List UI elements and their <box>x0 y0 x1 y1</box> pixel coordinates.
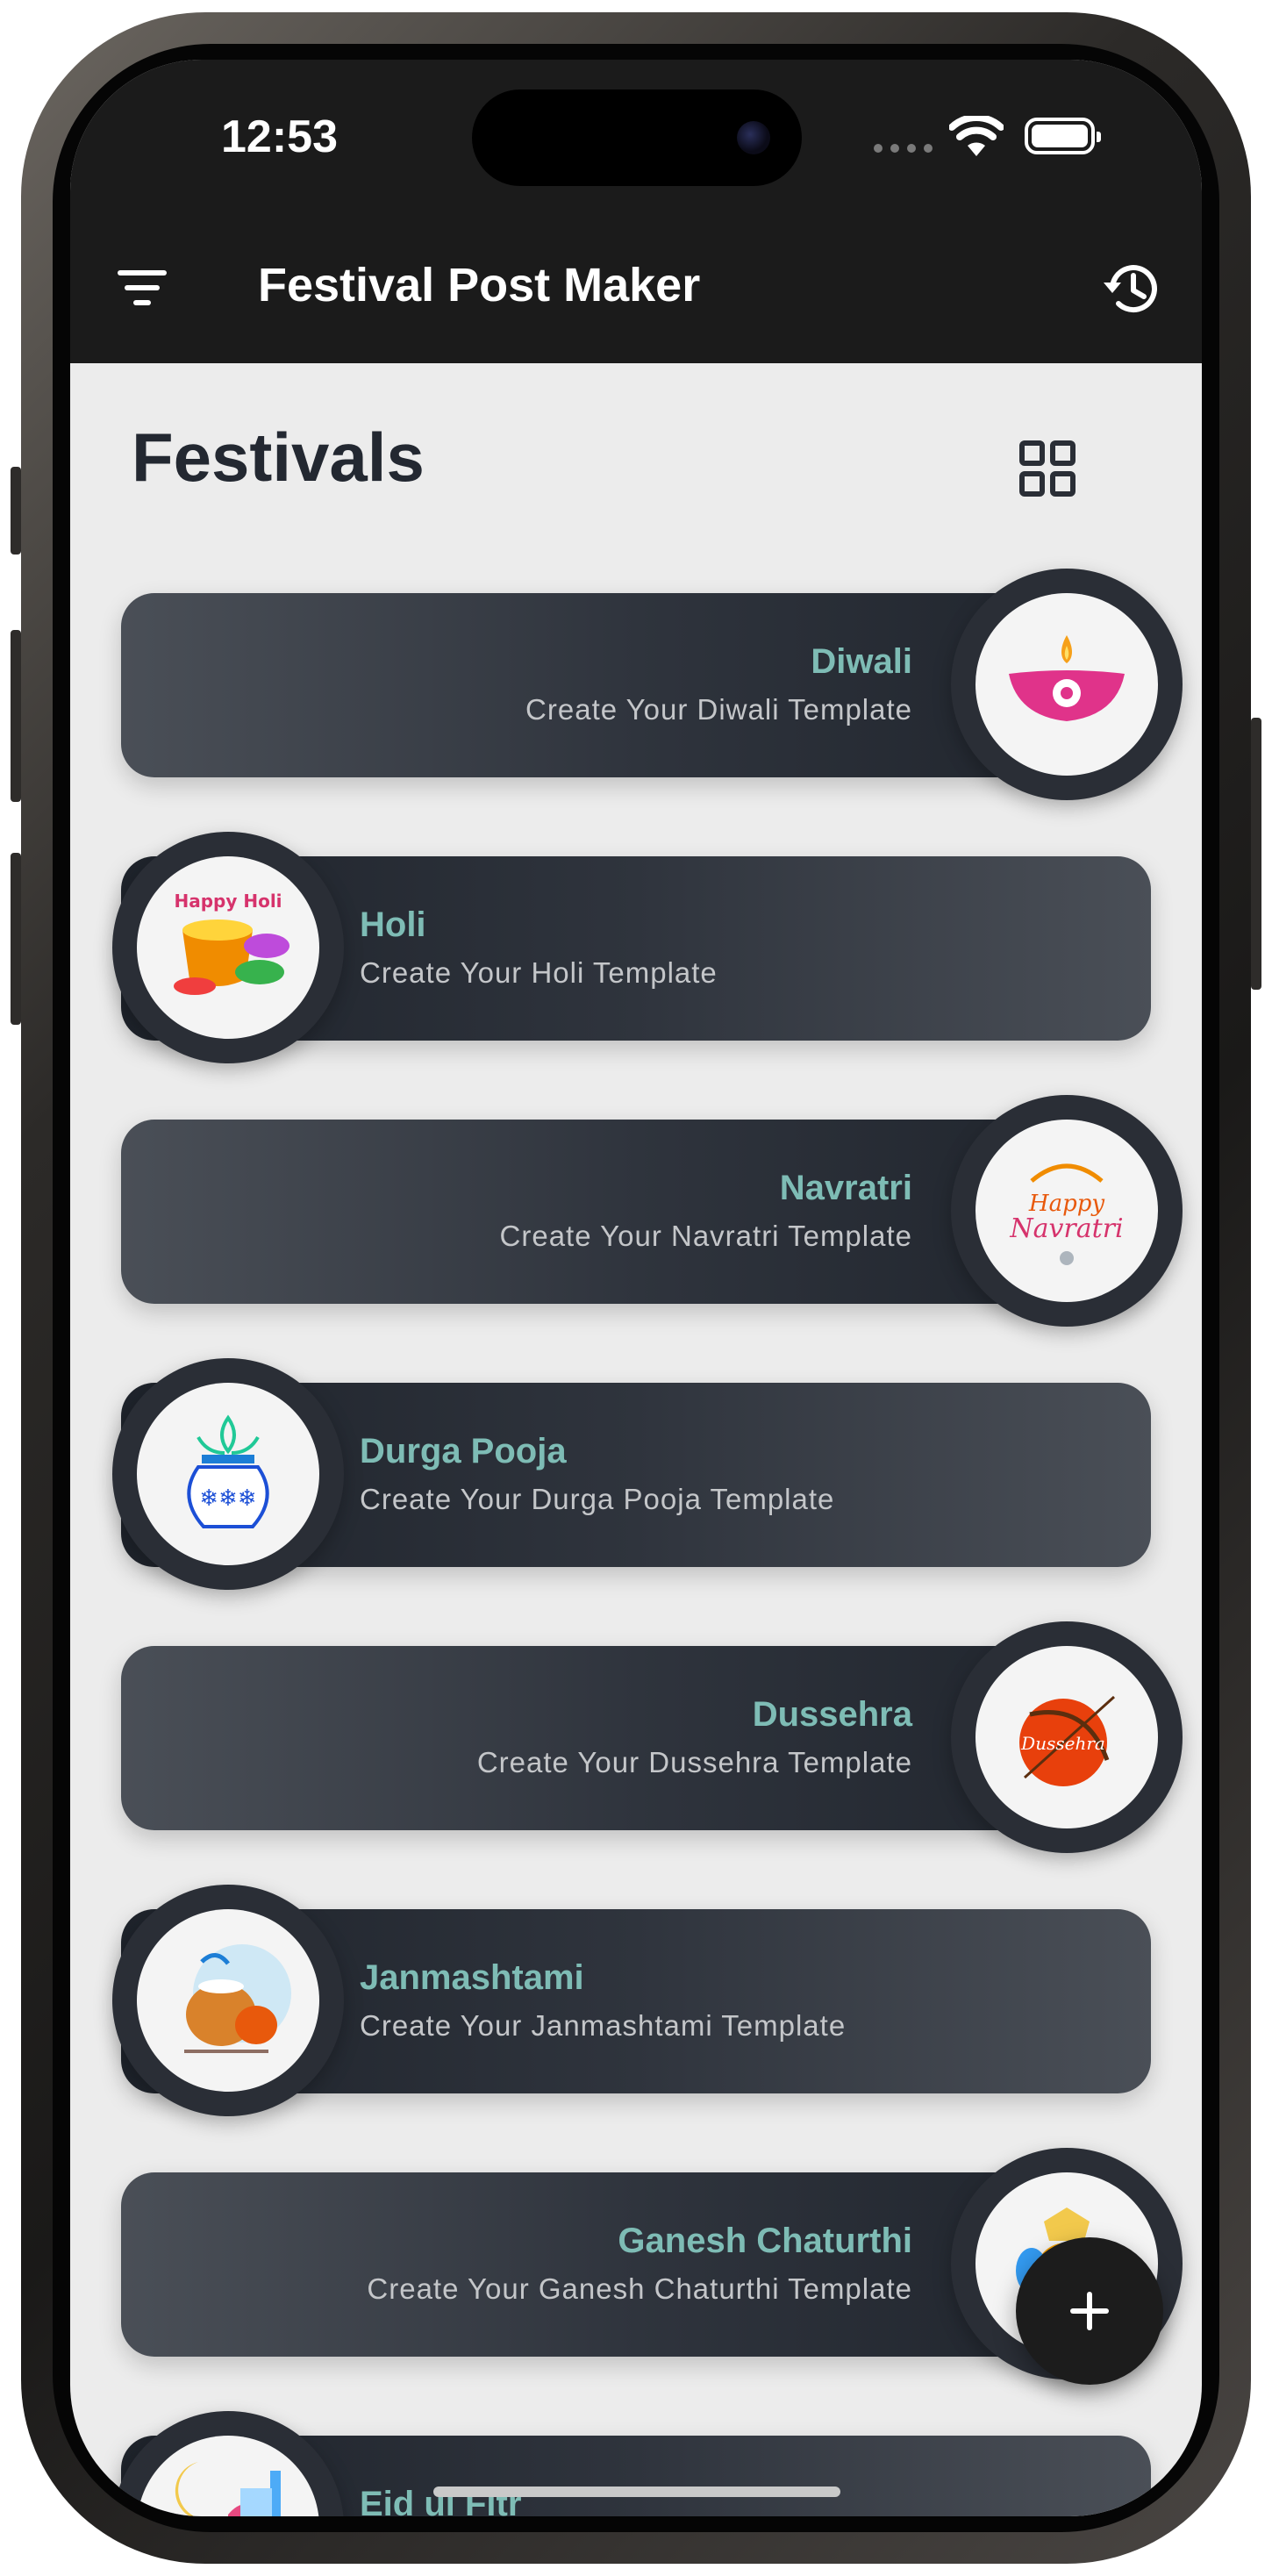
festival-badge-janmashtami[interactable] <box>112 1885 344 2116</box>
wifi-icon <box>949 116 1004 156</box>
power-button <box>1251 718 1261 990</box>
filter-icon[interactable] <box>118 270 167 305</box>
screen: 12:53 Festival Post Maker Festivals Diwa… <box>70 60 1202 2516</box>
grid-view-icon[interactable] <box>1019 440 1075 497</box>
festival-title: Navratri <box>779 1169 912 1207</box>
festival-badge-diwali[interactable] <box>951 569 1183 800</box>
home-indicator[interactable] <box>433 2487 840 2497</box>
svg-text:Navratri: Navratri <box>1009 1213 1123 1244</box>
moon-mosque-icon <box>175 2462 281 2516</box>
festival-subtitle: Create Your Diwali Template <box>525 693 912 726</box>
festival-title: Janmashtami <box>360 1958 584 1997</box>
bow-arrow-icon: Dussehra <box>1019 1695 1116 1786</box>
festival-title: Holi <box>360 905 426 944</box>
festival-title: Diwali <box>811 642 912 681</box>
history-icon[interactable] <box>1100 258 1161 319</box>
festival-badge-eid-ul-fitr[interactable] <box>112 2411 344 2516</box>
matki-icon <box>184 1944 291 2053</box>
festival-subtitle: Create Your Navratri Template <box>499 1220 912 1252</box>
silent-switch <box>11 467 21 555</box>
festival-title: Dussehra <box>752 1695 912 1734</box>
festival-subtitle: Create Your Durga Pooja Template <box>360 1483 835 1515</box>
dynamic-island <box>472 89 802 186</box>
svg-text:❄❄❄: ❄❄❄ <box>199 1485 256 1512</box>
festival-subtitle: Create Your Janmashtami Template <box>360 2009 847 2042</box>
plus-icon <box>1070 2292 1109 2330</box>
volume-down-button <box>11 853 21 1025</box>
volume-up-button <box>11 630 21 802</box>
festival-badge-navratri[interactable]: Happy Navratri <box>951 1095 1183 1327</box>
app-bar: 12:53 Festival Post Maker <box>70 60 1202 363</box>
battery-icon <box>1025 118 1101 154</box>
add-button[interactable] <box>1016 2237 1163 2385</box>
festival-title: Ganesh Chaturthi <box>618 2222 912 2260</box>
festival-subtitle: Create Your Dussehra Template <box>476 1746 912 1778</box>
svg-text:Happy Holi: Happy Holi <box>174 891 282 912</box>
festival-badge-durga-pooja[interactable]: ❄❄❄ <box>112 1358 344 1590</box>
signal-dots-icon <box>874 144 933 153</box>
navratri-icon: Happy Navratri <box>1009 1163 1124 1265</box>
app-title: Festival Post Maker <box>258 259 701 311</box>
festival-badge-holi[interactable]: Happy Holi <box>112 832 344 1063</box>
diwali-diya-icon <box>1009 635 1125 721</box>
status-time: 12:53 <box>221 111 338 162</box>
holi-colors-icon: Happy Holi <box>174 891 289 995</box>
svg-text:Dussehra: Dussehra <box>1020 1733 1105 1754</box>
festival-title: Durga Pooja <box>360 1432 567 1470</box>
festival-subtitle: Create Your Holi Template <box>360 956 718 989</box>
festival-subtitle: Create Your Ganesh Chaturthi Template <box>367 2272 912 2305</box>
festival-badge-dussehra[interactable]: Dussehra <box>951 1621 1183 1853</box>
page-title: Festivals <box>132 419 425 496</box>
camera-icon <box>737 121 770 154</box>
kalash-icon: ❄❄❄ <box>187 1414 269 1528</box>
